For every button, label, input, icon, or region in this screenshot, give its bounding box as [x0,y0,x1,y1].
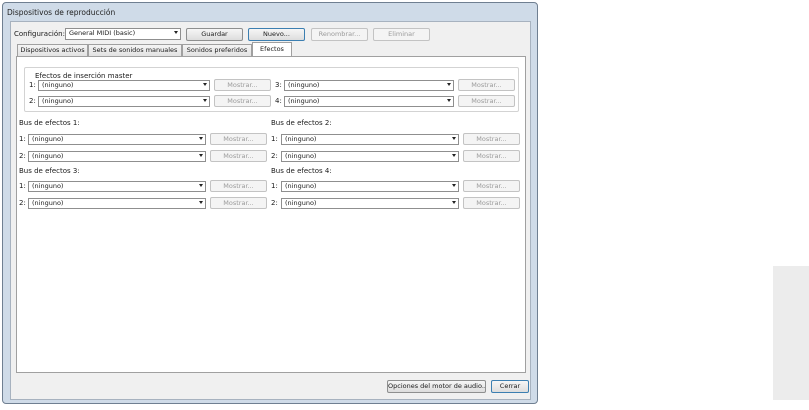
config-select-value: General MIDI (basic) [69,29,136,37]
bus-1-slot-2-show-button[interactable]: Mostrar... [210,150,267,162]
bus-1-slot-2-label: 2: [19,152,26,160]
bus-4-slot-2-show-button[interactable]: Mostrar... [463,197,520,209]
tab-manual-sound-sets[interactable]: Sets de sonidos manuales [88,44,182,56]
bus-3-slot-1-value: (ninguno) [32,182,64,190]
chevron-down-icon [199,137,203,140]
playback-devices-window: Dispositivos de reproducción Configuraci… [2,2,538,404]
bus-3-slot-1-label: 1: [19,182,26,190]
audio-engine-options-button[interactable]: Opciones del motor de audio... [387,380,486,393]
config-select[interactable]: General MIDI (basic) [65,28,181,40]
chevron-down-icon [447,83,451,86]
master-insert-effects-title: Efectos de inserción master [33,72,135,80]
master-slot-1-select[interactable]: (ninguno) [38,80,210,91]
master-slot-1-show-button[interactable]: Mostrar... [214,79,271,91]
bus-2-slot-1-value: (ninguno) [285,135,317,143]
bus-1-slot-1-label: 1: [19,135,26,143]
bus-1-slot-1-value: (ninguno) [32,135,64,143]
bus-2-slot-1-label: 1: [271,135,278,143]
bus-3-slot-2-value: (ninguno) [32,199,64,207]
bus-1-slot-1-select[interactable]: (ninguno) [28,134,206,145]
bus-2-slot-2-label: 2: [271,152,278,160]
master-slot-2-label: 2: [29,97,36,105]
save-button[interactable]: Guardar [186,28,243,41]
chevron-down-icon [452,154,456,157]
bus-4-slot-2-label: 2: [271,199,278,207]
bus-4-slot-2-value: (ninguno) [285,199,317,207]
master-slot-4-select[interactable]: (ninguno) [284,96,454,107]
close-button[interactable]: Cerrar [491,380,529,393]
bus-1-slot-2-value: (ninguno) [32,152,64,160]
tab-active-devices[interactable]: Dispositivos activos [17,44,88,56]
master-slot-4-label: 4: [275,97,282,105]
delete-button[interactable]: Eliminar [373,28,430,41]
rename-button[interactable]: Renombrar... [311,28,368,41]
tab-effects[interactable]: Efectos [252,42,292,56]
bus-4-title: Bus de efectos 4: [271,167,332,175]
bus-4-slot-1-value: (ninguno) [285,182,317,190]
bus-4-slot-2-select[interactable]: (ninguno) [281,198,459,209]
chevron-down-icon [199,154,203,157]
bus-3-slot-1-select[interactable]: (ninguno) [28,181,206,192]
master-slot-2-value: (ninguno) [42,97,74,105]
master-slot-2-select[interactable]: (ninguno) [38,96,210,107]
bus-2-title: Bus de efectos 2: [271,119,332,127]
bus-2-slot-2-value: (ninguno) [285,152,317,160]
master-slot-3-show-button[interactable]: Mostrar... [458,79,515,91]
bus-3-title: Bus de efectos 3: [19,167,80,175]
effects-tab-pane: Efectos de inserción master 1: (ninguno)… [16,56,526,373]
master-slot-2-show-button[interactable]: Mostrar... [214,95,271,107]
master-slot-3-value: (ninguno) [288,81,320,89]
tab-preferred-sounds[interactable]: Sonidos preferidos [182,44,252,56]
bus-2-slot-1-select[interactable]: (ninguno) [281,134,459,145]
background-panel [773,266,809,400]
chevron-down-icon [199,184,203,187]
chevron-down-icon [174,31,178,34]
bus-4-slot-1-select[interactable]: (ninguno) [281,181,459,192]
bus-3-slot-2-label: 2: [19,199,26,207]
chevron-down-icon [452,201,456,204]
bus-3-slot-2-select[interactable]: (ninguno) [28,198,206,209]
bus-2-slot-2-select[interactable]: (ninguno) [281,151,459,162]
chevron-down-icon [447,99,451,102]
chevron-down-icon [452,184,456,187]
bus-3-slot-1-show-button[interactable]: Mostrar... [210,180,267,192]
bus-1-title: Bus de efectos 1: [19,119,80,127]
master-slot-3-label: 3: [275,81,282,89]
master-insert-effects-group: Efectos de inserción master 1: (ninguno)… [24,67,519,112]
master-slot-1-label: 1: [29,81,36,89]
chevron-down-icon [199,201,203,204]
config-label: Configuración: [14,30,65,38]
bus-4-slot-1-show-button[interactable]: Mostrar... [463,180,520,192]
bus-2-slot-2-show-button[interactable]: Mostrar... [463,150,520,162]
window-title: Dispositivos de reproducción [7,8,116,17]
bus-3-slot-2-show-button[interactable]: Mostrar... [210,197,267,209]
master-slot-1-value: (ninguno) [42,81,74,89]
bus-1-slot-1-show-button[interactable]: Mostrar... [210,133,267,145]
master-slot-4-value: (ninguno) [288,97,320,105]
master-slot-3-select[interactable]: (ninguno) [284,80,454,91]
new-button[interactable]: Nuevo... [248,28,305,41]
bus-4-slot-1-label: 1: [271,182,278,190]
chevron-down-icon [203,83,207,86]
bus-1-slot-2-select[interactable]: (ninguno) [28,151,206,162]
chevron-down-icon [452,137,456,140]
master-slot-4-show-button[interactable]: Mostrar... [458,95,515,107]
chevron-down-icon [203,99,207,102]
bus-2-slot-1-show-button[interactable]: Mostrar... [463,133,520,145]
dialog-client: Configuración: General MIDI (basic) Guar… [10,21,531,400]
